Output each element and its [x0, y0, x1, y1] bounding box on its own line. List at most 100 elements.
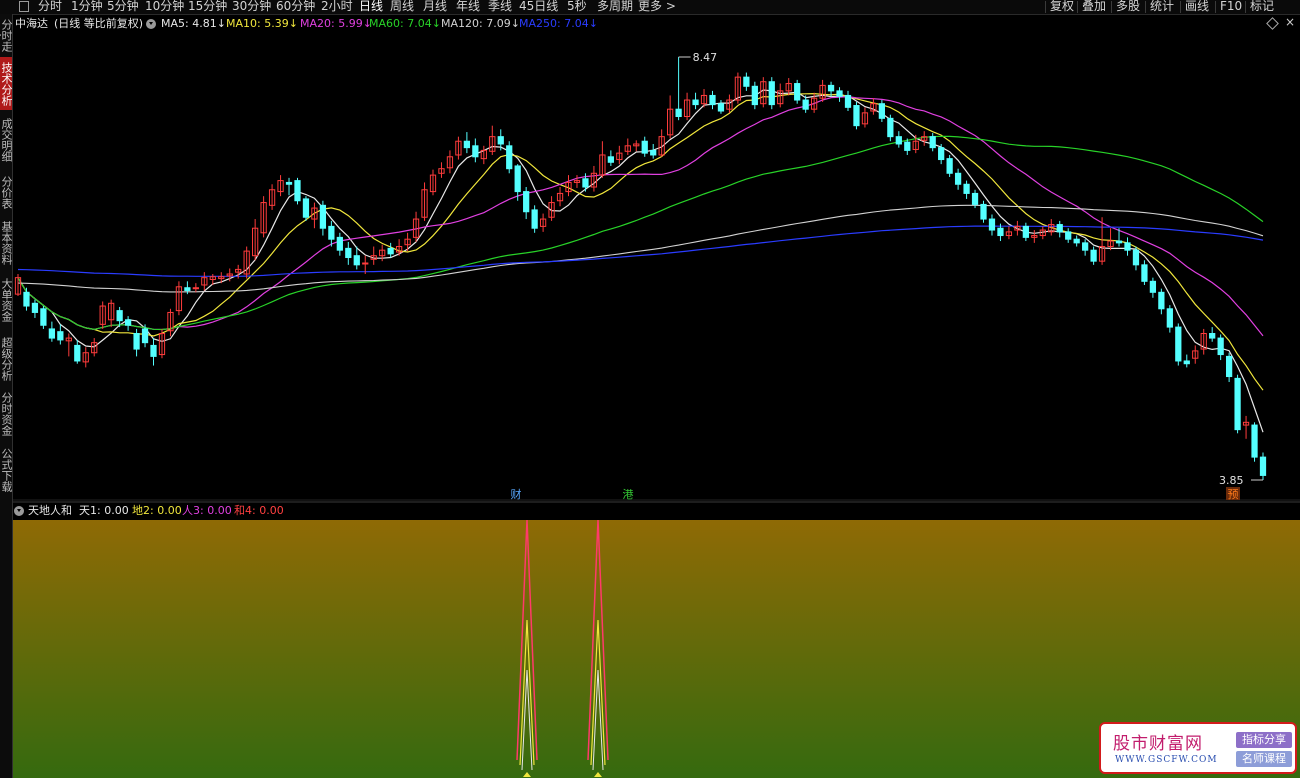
ma-lines: [17, 89, 1264, 433]
watermark-title: 股市财富网: [1113, 734, 1203, 754]
candle-down: [506, 145, 513, 170]
indicator-legend-item: 天1: 0.00: [79, 504, 129, 517]
candle-down: [57, 331, 64, 341]
candle-down: [40, 308, 47, 326]
candle-down: [1217, 337, 1224, 356]
candle-down: [150, 344, 157, 357]
candle-down: [141, 328, 149, 344]
candle-down: [1225, 355, 1233, 378]
candle-down: [345, 247, 352, 259]
candle-down: [827, 84, 835, 92]
candle-down: [709, 94, 716, 106]
candle-down: [1141, 264, 1148, 282]
candle-down: [1175, 326, 1182, 362]
candle-down: [692, 99, 699, 106]
indicator-legend-item: 和4: 0.00: [234, 504, 284, 517]
candle-down: [463, 140, 471, 149]
indicator-dropdown-icon[interactable]: [14, 506, 24, 516]
candle-down: [1251, 424, 1258, 458]
candle-down: [74, 344, 81, 362]
candle-down: [319, 204, 327, 229]
candle-down: [887, 117, 894, 138]
candle-down: [954, 172, 962, 185]
candle-down: [1115, 240, 1123, 244]
candle-down: [497, 136, 504, 145]
candle-down: [607, 156, 614, 163]
candle-down: [938, 147, 945, 161]
candle-down: [971, 192, 979, 205]
candle-down: [717, 103, 725, 112]
event-marker[interactable]: 财: [511, 487, 522, 501]
indicator-legend-item: 地2: 0.00: [132, 504, 182, 517]
candle-down: [1082, 242, 1089, 251]
candle-down: [1132, 249, 1140, 266]
candle-down: [844, 94, 852, 108]
site-watermark: 股市财富网 WWW.GSCFW.COM 指标分享 名师课程: [1099, 722, 1297, 774]
candle-down: [124, 319, 132, 326]
candle-down: [946, 158, 953, 174]
candle-down: [675, 108, 682, 118]
candle-down: [743, 76, 750, 87]
candle-down: [980, 203, 987, 220]
candle-down: [285, 181, 293, 185]
candle-down: [1124, 242, 1131, 251]
candle-down: [184, 287, 191, 291]
candle-down: [1149, 280, 1157, 293]
candle-down: [1166, 308, 1173, 328]
candle-down: [794, 83, 801, 101]
candle-down: [336, 236, 343, 251]
candle-down: [1259, 456, 1267, 476]
candle-down: [853, 105, 860, 127]
event-marker[interactable]: 预: [1228, 488, 1239, 501]
candle-down: [1158, 291, 1165, 310]
candle-down: [472, 145, 479, 158]
candle-down: [514, 165, 521, 193]
ma-line: [17, 95, 1264, 337]
candle-down: [836, 90, 843, 97]
candle-down: [116, 310, 123, 322]
high-price-label: 8.47: [693, 51, 718, 64]
candle-down: [1073, 238, 1080, 244]
low-price-label: 3.85: [1219, 474, 1244, 487]
candle-up: [362, 262, 369, 265]
watermark-url: WWW.GSCFW.COM: [1115, 755, 1218, 765]
candle-down: [582, 178, 589, 188]
candle-down: [23, 291, 30, 307]
candle-down: [133, 333, 140, 350]
candle-down: [963, 183, 970, 194]
candles: [14, 57, 1267, 480]
candle-down: [1183, 360, 1190, 365]
candle-down: [988, 218, 996, 231]
candle-down: [650, 149, 657, 156]
candle-down: [1090, 249, 1097, 262]
candle-down: [302, 198, 310, 218]
candle-down: [48, 328, 56, 339]
candle-up: [192, 287, 199, 290]
candle-down: [895, 136, 902, 145]
candle-down: [387, 247, 394, 255]
price-chart[interactable]: 8.47 3.85 财 港 预: [0, 0, 1300, 778]
annotations: 8.47 3.85 财 港 预: [511, 51, 1263, 501]
candle-down: [1022, 225, 1029, 238]
candle-down: [997, 227, 1004, 237]
ma-line: [17, 89, 1264, 433]
watermark-tag-courses: 名师课程: [1236, 751, 1292, 767]
candle-down: [353, 255, 360, 266]
candle-down: [328, 225, 335, 240]
candle-down: [802, 99, 809, 110]
candle-down: [1234, 377, 1241, 431]
candle-down: [1209, 333, 1216, 339]
candle-down: [523, 191, 530, 213]
candle-down: [531, 209, 538, 229]
candle-down: [904, 141, 911, 151]
candle-down: [31, 302, 39, 313]
indicator-legend-item: 人3: 0.00: [182, 504, 232, 517]
candle-down: [1056, 224, 1063, 233]
event-marker[interactable]: 港: [623, 488, 634, 501]
candle-down: [751, 85, 758, 106]
watermark-tag-indicators: 指标分享: [1236, 732, 1292, 748]
indicator-name: 天地人和: [28, 504, 72, 517]
candle-down: [878, 103, 886, 119]
candle-down: [768, 81, 775, 106]
candle-down: [929, 136, 936, 149]
